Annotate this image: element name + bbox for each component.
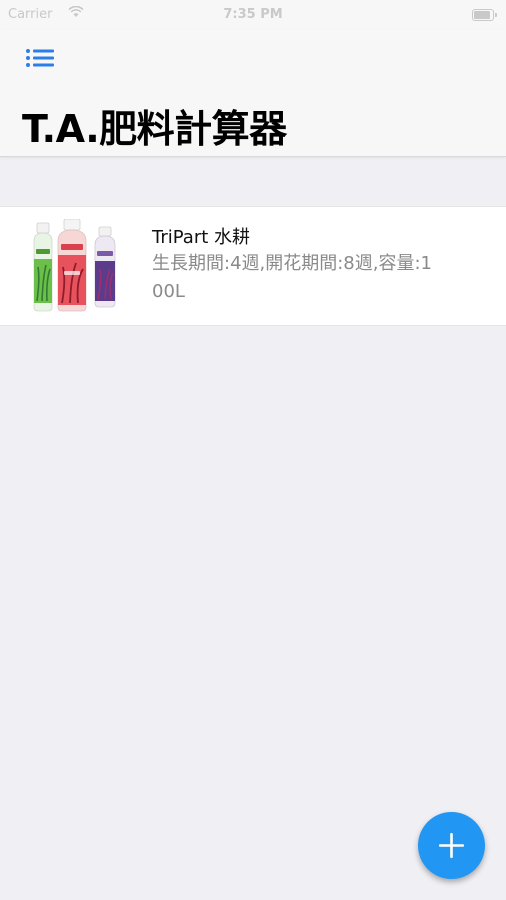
list-icon xyxy=(26,49,54,67)
navigation-bar: T.A.肥料計算器 xyxy=(0,30,506,157)
menu-button[interactable] xyxy=(24,46,56,70)
battery-icon xyxy=(472,9,497,21)
item-detail: 生長期間:4週,開花期間:8週,容量:100L xyxy=(152,253,432,302)
add-button[interactable] xyxy=(418,812,485,879)
clock: 7:35 PM xyxy=(223,7,283,22)
plus-icon xyxy=(439,833,464,858)
status-bar: Carrier 7:35 PM xyxy=(0,0,506,30)
page-title: T.A.肥料計算器 xyxy=(22,107,287,151)
tripart-bottles-image xyxy=(33,219,116,312)
item-title: TriPart 水耕 xyxy=(152,227,251,248)
list-item[interactable]: TriPart 水耕 生長期間:4週,開花期間:8週,容量:100L xyxy=(0,206,506,326)
